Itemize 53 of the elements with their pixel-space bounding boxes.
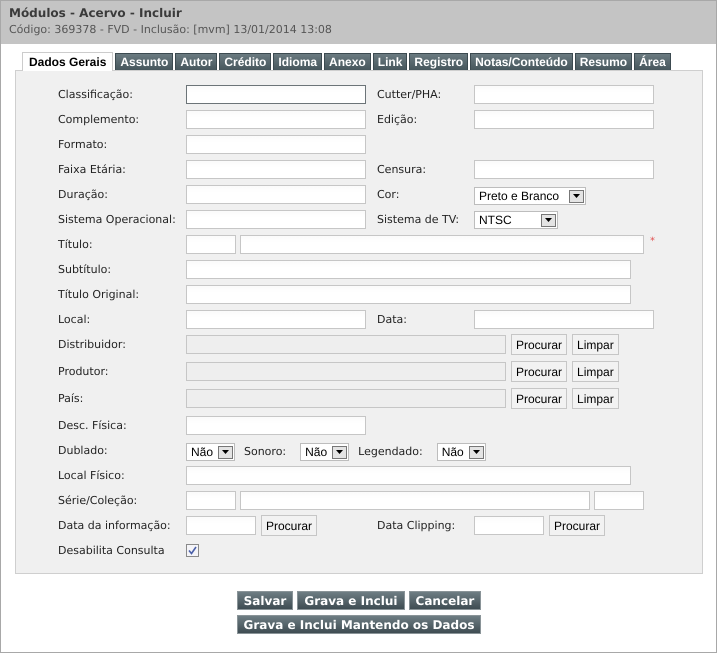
tab[interactable]: Link [372, 53, 408, 70]
field-label: Produtor: [58, 365, 110, 379]
field-label: Formato: [58, 138, 108, 152]
button[interactable]: Grava e Inclui Mantendo os Dados [236, 615, 482, 634]
field-label: Cor: [377, 188, 400, 202]
field-label: Edição: [377, 113, 418, 127]
record-info: Código: 369378 - FVD - Inclusão: [mvm] 13/01/2014 13:08 [9, 22, 333, 38]
field-label: Data da informação: [58, 519, 172, 533]
tab[interactable]: Anexo [324, 53, 371, 70]
field-label: Legendado: [358, 445, 423, 459]
tab[interactable]: Dados Gerais [22, 52, 114, 71]
field-label: Desabilita Consulta [58, 544, 166, 558]
field-label: Título: [58, 238, 94, 252]
field-label: Data Clipping: [377, 519, 456, 533]
button[interactable]: Grava e Inclui [297, 591, 405, 610]
dropdown[interactable]: Não [186, 443, 235, 461]
dropdown[interactable]: Não [300, 443, 350, 461]
field-label: Faixa Etária: [58, 163, 127, 177]
button[interactable]: Procurar [261, 515, 318, 536]
field-label: Censura: [377, 163, 428, 177]
dropdown[interactable]: Preto e Branco [474, 187, 586, 205]
field-label: Subtítulo: [58, 263, 112, 277]
field-label: Dublado: [58, 444, 109, 458]
field-label: Título Original: [58, 288, 140, 302]
field-label: Local: [58, 313, 92, 327]
button[interactable]: Cancelar [408, 591, 482, 610]
field-label: Cutter/PHA: [377, 88, 442, 102]
tab[interactable]: Área [634, 53, 671, 70]
field-label: Sistema de TV: [377, 213, 460, 227]
button[interactable]: Salvar [236, 591, 294, 610]
tab[interactable]: Crédito [219, 53, 272, 70]
field-label: Complemento: [58, 113, 140, 127]
tab[interactable]: Idioma [273, 53, 322, 70]
tab[interactable]: Autor [175, 53, 218, 70]
field-label: Sonoro: [244, 445, 286, 459]
field-label: Data: [377, 313, 408, 327]
tab[interactable]: Notas/Conteúdo [470, 53, 573, 70]
field-label: Classificação: [58, 88, 134, 102]
field-label: Distribuidor: [58, 338, 127, 352]
field-label: Local Físico: [58, 469, 126, 483]
field-label: Série/Coleção: [58, 494, 138, 508]
page-title: Módulos - Acervo - Incluir [9, 5, 183, 21]
tab[interactable]: Registro [409, 53, 468, 70]
required-mark: * [650, 236, 655, 247]
field-label: Sistema Operacional: [58, 213, 177, 227]
field-label: País: [58, 392, 84, 406]
dropdown[interactable]: NTSC [474, 211, 558, 229]
field-label: Desc. Física: [58, 419, 128, 433]
button[interactable]: Procurar [549, 515, 606, 536]
field-label: Duração: [58, 188, 109, 202]
dropdown[interactable]: Não [436, 443, 486, 461]
tab[interactable]: Assunto [115, 53, 174, 70]
tab[interactable]: Resumo [574, 53, 632, 70]
